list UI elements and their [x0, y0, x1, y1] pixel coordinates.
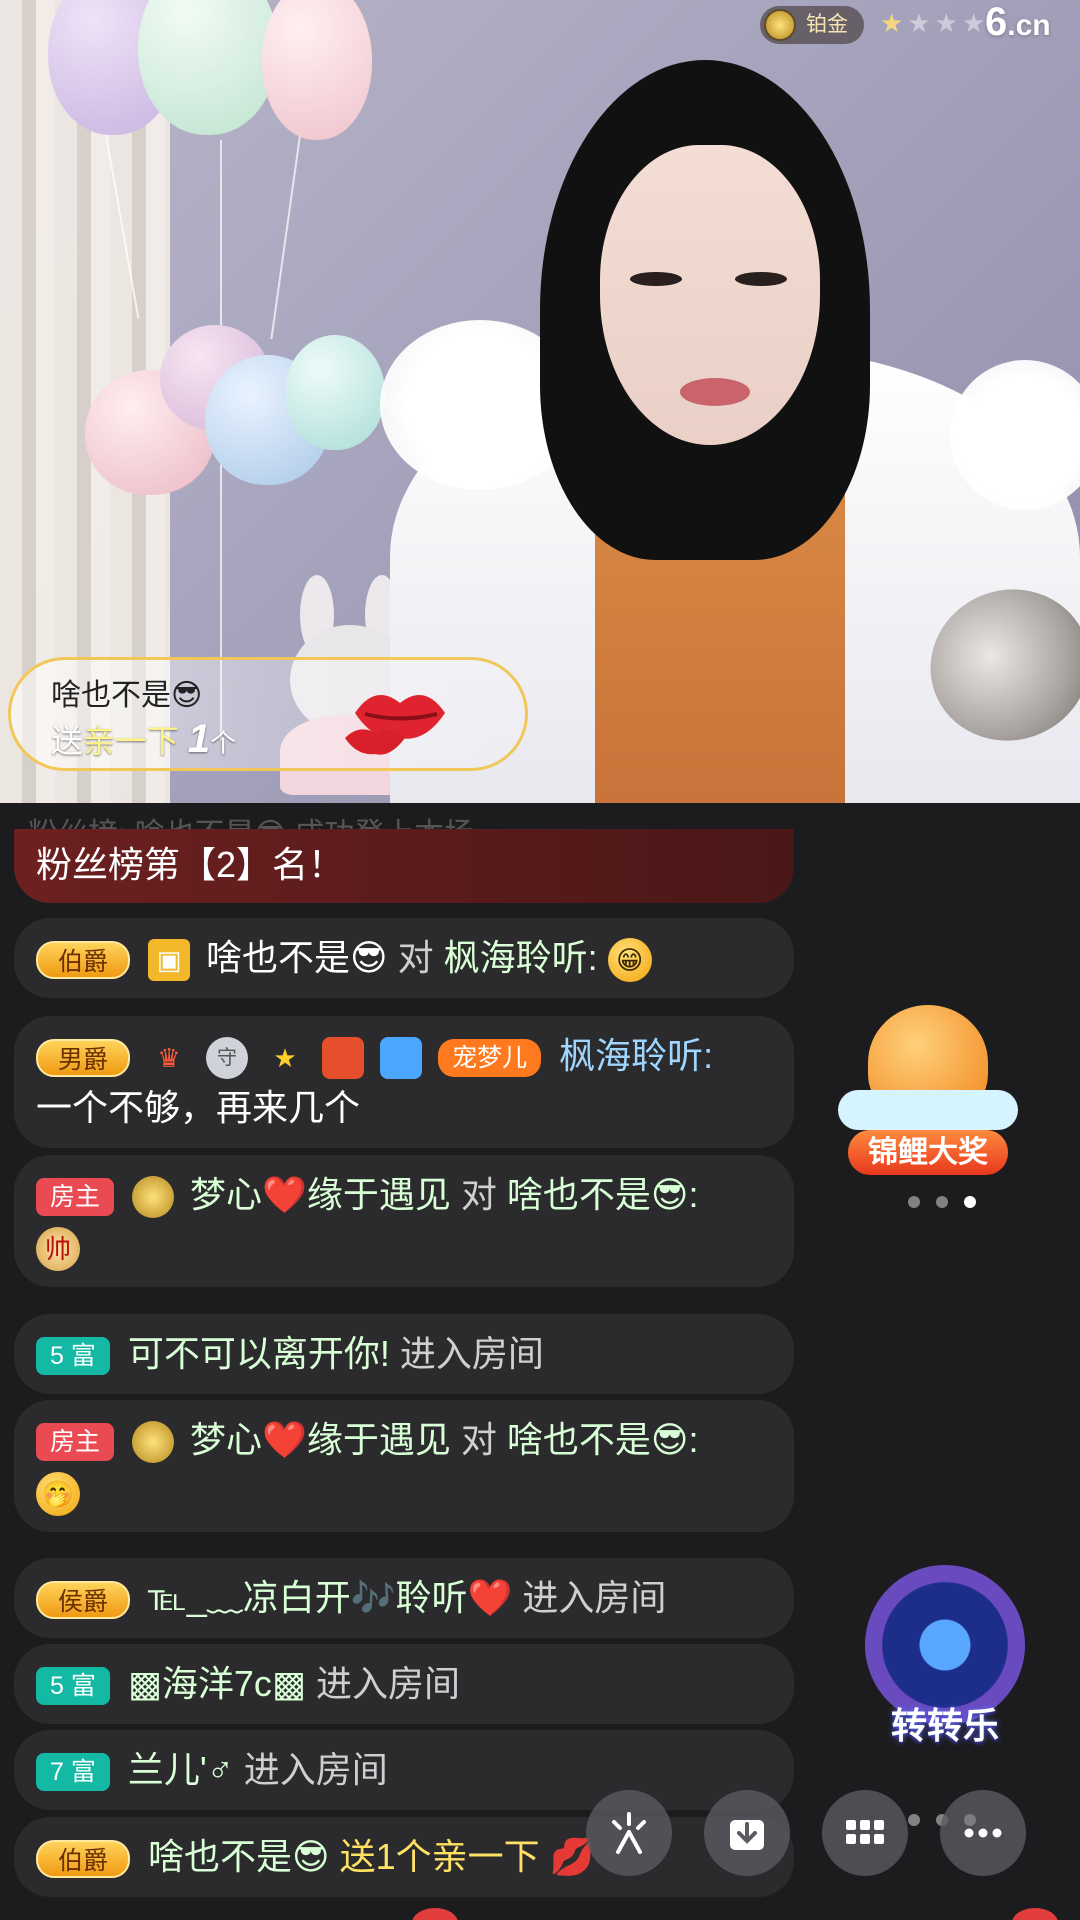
username[interactable]: 梦心❤️缘于遇见 [190, 1419, 451, 1460]
username[interactable]: ℡_﹏凉白开🎶聆听❤️ [148, 1577, 512, 1618]
platinum-badge[interactable]: 铂金 [760, 6, 864, 44]
message-text: 一个不够，再来几个 [36, 1087, 361, 1128]
koi-prize-label: 锦鲤大奖 [848, 1130, 1008, 1175]
more-icon [964, 1828, 1002, 1838]
site-logo: 6.cn [985, 0, 1051, 44]
chat-message[interactable]: 房主 梦心❤️缘于遇见 对 啥也不是😎: 帅 [14, 1155, 794, 1287]
sun-medal-icon [132, 1421, 175, 1464]
enter-room-text: 进入房间 [399, 1333, 544, 1374]
guard-badge-icon: 守 [206, 1037, 249, 1080]
koi-prize-widget[interactable]: 锦鲤大奖 [838, 1005, 1018, 1175]
gift-name: 亲一下 [83, 723, 180, 759]
chat-message[interactable]: 房主 梦心❤️缘于遇见 对 啥也不是😎: 🤭 [14, 1400, 794, 1532]
chat-message[interactable]: 伯爵 啥也不是😎 送1个亲一下 💋 [14, 1817, 794, 1897]
chat-message[interactable]: 侯爵 ℡_﹏凉白开🎶聆听❤️ 进入房间 [14, 1558, 794, 1638]
noble-tag: 伯爵 [36, 941, 131, 980]
star-badge-icon: ★ [273, 1043, 297, 1074]
enter-room-text: 进入房间 [522, 1577, 667, 1618]
target-user[interactable]: 啥也不是😎: [507, 1419, 699, 1460]
cube-badge-icon [380, 1037, 423, 1080]
pet-tag: 宠梦儿 [438, 1039, 542, 1078]
level-stars: ★★★★ [880, 8, 990, 38]
gift-message-text: 送1个亲一下 [339, 1836, 540, 1877]
gift-count: 1 [187, 717, 211, 761]
username[interactable]: 啥也不是😎 [206, 937, 388, 978]
noble-tag: 侯爵 [36, 1581, 131, 1620]
sun-medal-icon [132, 1176, 175, 1219]
grid-icon [846, 1820, 884, 1844]
username[interactable]: ▩海洋7c▩ [128, 1663, 306, 1704]
gift-line: 送亲一下 1个 [51, 717, 237, 761]
medal-icon [764, 9, 796, 41]
username[interactable]: 可不可以离开你! [128, 1333, 390, 1374]
chat-message[interactable]: 5 富 可不可以离开你! 进入房间 [14, 1314, 794, 1394]
chat-message[interactable]: 7 富 兰儿'♂ 进入房间 [14, 1730, 794, 1810]
host-tag: 房主 [36, 1423, 115, 1462]
cloud-decoration [838, 1090, 1018, 1130]
grin-emoji: 😁 [607, 938, 652, 983]
username[interactable]: 兰儿'♂ [128, 1749, 234, 1790]
username[interactable]: 梦心❤️缘于遇见 [190, 1174, 451, 1215]
badge-label: 铂金 [806, 13, 848, 36]
username[interactable]: 枫海聆听: [559, 1035, 713, 1076]
sparkle-icon [612, 1812, 646, 1854]
chat-message[interactable]: 男爵 ♛ 守 ★ 宠梦儿 枫海聆听: 一个不够，再来几个 [14, 1016, 794, 1148]
balloon-string [270, 130, 302, 340]
rank-announcement: 粉丝榜第【2】名！ [14, 829, 794, 903]
username[interactable]: 啥也不是😎 [148, 1836, 330, 1877]
sparkle-button[interactable] [586, 1790, 672, 1876]
carousel-dots[interactable] [908, 1196, 976, 1208]
live-video[interactable]: 铂金 ★★★★ 6.cn 啥也不是😎 送亲一下 1个 [0, 0, 1080, 803]
wealth-tag: 5 富 [36, 1337, 110, 1376]
target-user[interactable]: 啥也不是😎: [507, 1174, 699, 1215]
gift-sender: 啥也不是😎 [51, 679, 203, 712]
gift-box-icon [322, 1037, 365, 1080]
noble-tag: 伯爵 [36, 1840, 131, 1879]
chat-message[interactable]: 伯爵 ▣ 啥也不是😎 对 枫海聆听: 😁 [14, 918, 794, 998]
handsome-emoji: 帅 [36, 1227, 80, 1272]
host-tag: 房主 [36, 1178, 115, 1217]
live-room: 铂金 ★★★★ 6.cn 啥也不是😎 送亲一下 1个 粉丝榜: 啥也不是😎 成功… [0, 0, 1080, 1920]
enter-room-text: 进入房间 [243, 1749, 388, 1790]
spin-wheel-widget[interactable]: 转转乐 [855, 1565, 1035, 1750]
wealth-tag: 7 富 [36, 1753, 110, 1792]
spin-wheel-label: 转转乐 [890, 1705, 999, 1746]
download-button[interactable] [704, 1790, 790, 1876]
wealth-tag: 5 富 [36, 1667, 110, 1706]
lips-gift-icon [345, 695, 445, 755]
target-user[interactable]: 枫海聆听: [444, 937, 598, 978]
download-icon [730, 1820, 764, 1850]
apps-grid-button[interactable] [822, 1790, 908, 1876]
enter-room-text: 进入房间 [315, 1663, 460, 1704]
balloon [262, 0, 372, 140]
giggle-emoji: 🤭 [36, 1472, 80, 1517]
user-card-icon: ▣ [148, 939, 191, 982]
more-button[interactable] [940, 1790, 1026, 1876]
chat-message[interactable]: 5 富 ▩海洋7c▩ 进入房间 [14, 1644, 794, 1724]
crown-icon: ♛ [157, 1043, 181, 1074]
noble-tag: 男爵 [36, 1039, 131, 1078]
balloon [285, 335, 385, 450]
